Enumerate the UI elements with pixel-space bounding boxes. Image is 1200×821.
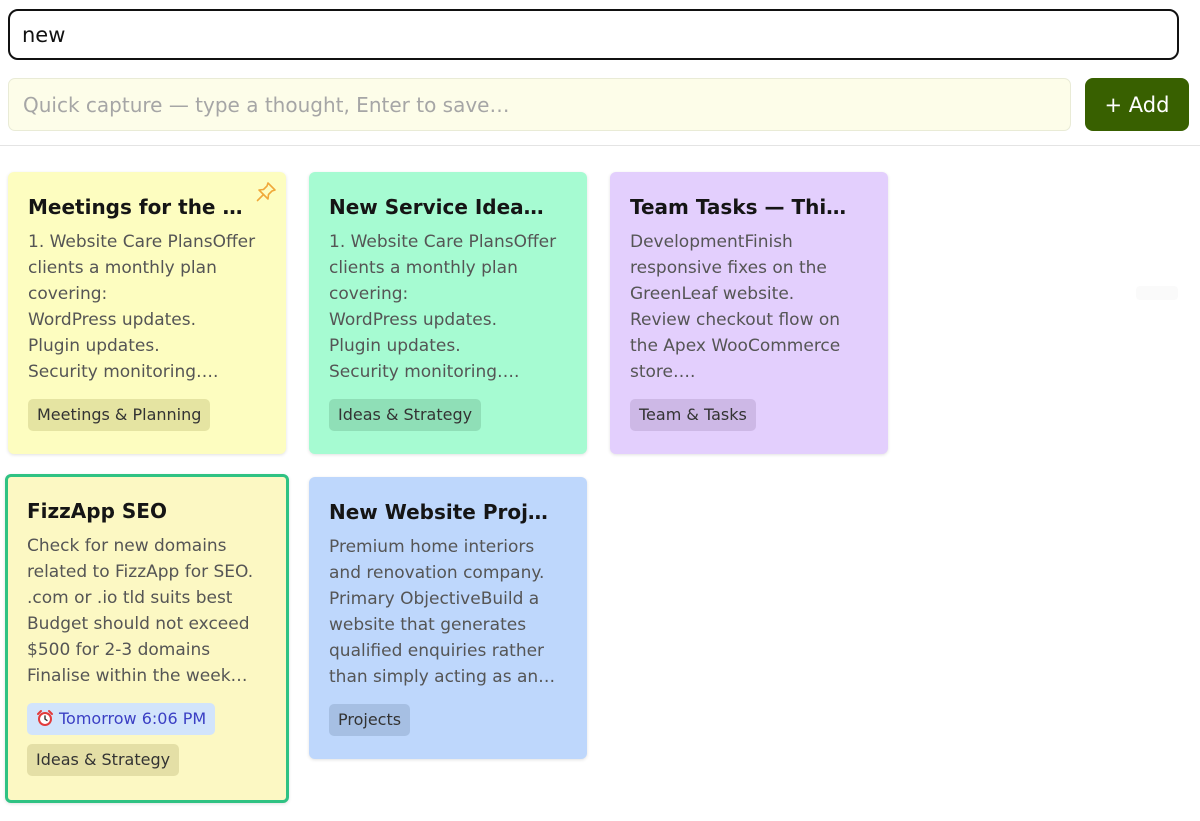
- note-tag[interactable]: Ideas & Strategy: [27, 744, 180, 776]
- note-body: 1. Website Care PlansOffer clients a mon…: [28, 232, 256, 382]
- note-card-selected[interactable]: FizzApp SEO Check for new domains relate…: [5, 474, 289, 803]
- note-card[interactable]: New Service Idea… 1. Website Care PlansO…: [309, 172, 587, 454]
- note-tag[interactable]: Ideas & Strategy: [329, 399, 482, 431]
- note-card[interactable]: New Website Proj… Premium home interiors…: [309, 477, 587, 759]
- reminder-text: Tomorrow 6:06 PM: [59, 709, 207, 728]
- quick-capture-input[interactable]: [8, 78, 1071, 131]
- note-tag[interactable]: Meetings & Planning: [28, 399, 211, 431]
- note-body: Check for new domains related to FizzApp…: [27, 536, 254, 686]
- reminder-badge[interactable]: Tomorrow 6:06 PM: [27, 703, 216, 735]
- note-body: Premium home interiors and renovation co…: [329, 537, 556, 687]
- note-title: FizzApp SEO: [27, 499, 167, 523]
- note-card[interactable]: Team Tasks — Thi… DevelopmentFinish resp…: [610, 172, 888, 454]
- note-body: 1. Website Care PlansOffer clients a mon…: [329, 232, 557, 382]
- alarm-clock-icon: [37, 710, 53, 726]
- note-title: Meetings for the …: [28, 195, 243, 219]
- note-body: DevelopmentFinish responsive fixes on th…: [630, 232, 841, 382]
- note-tag[interactable]: Projects: [329, 704, 411, 736]
- add-button[interactable]: + Add: [1085, 78, 1189, 131]
- pin-icon[interactable]: [254, 180, 278, 204]
- note-title: New Website Proj…: [329, 500, 548, 524]
- ghost-element: [1136, 286, 1178, 300]
- note-tag[interactable]: Team & Tasks: [630, 399, 756, 431]
- search-input[interactable]: [8, 9, 1179, 60]
- note-title: Team Tasks — Thi…: [630, 195, 847, 219]
- note-title: New Service Idea…: [329, 195, 544, 219]
- note-card[interactable]: Meetings for the … 1. Website Care Plans…: [8, 172, 286, 454]
- divider: [0, 145, 1200, 146]
